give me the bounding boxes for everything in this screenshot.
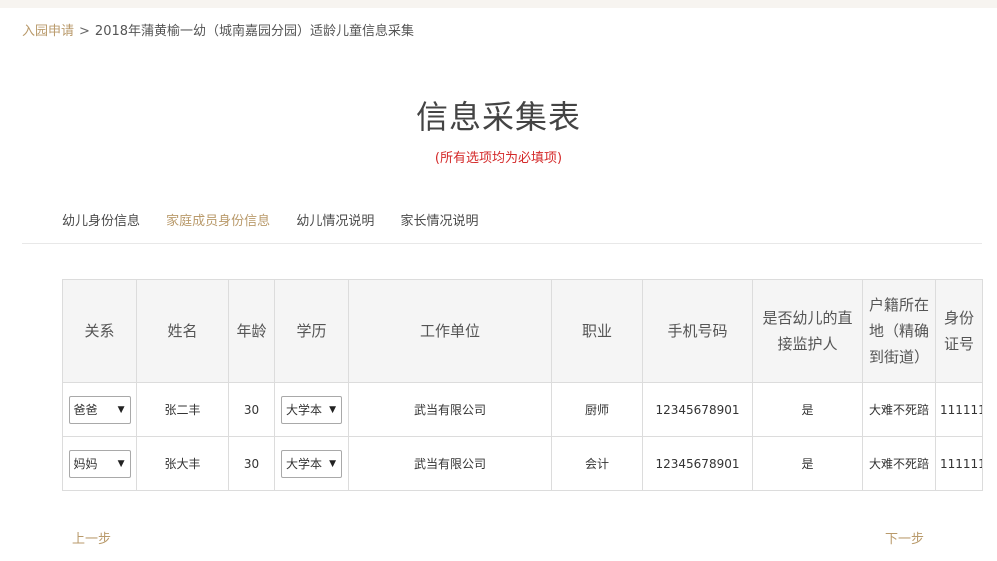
tab-bar: 幼儿身份信息 家庭成员身份信息 幼儿情况说明 家长情况说明 bbox=[62, 210, 500, 229]
caret-down-icon: ▼ bbox=[329, 458, 336, 469]
cell-employer: 武当有限公司 bbox=[348, 382, 552, 437]
required-note: (所有选项均为必填项) bbox=[434, 151, 563, 166]
cell-relation: 妈妈 ▼ bbox=[62, 436, 137, 491]
page-title: 信息采集表 bbox=[415, 98, 581, 136]
breadcrumb-separator: > bbox=[79, 24, 90, 39]
cell-phone: 12345678901 bbox=[642, 382, 753, 437]
caret-down-icon: ▼ bbox=[117, 404, 125, 415]
education-select[interactable]: 大学本 ▼ bbox=[281, 449, 342, 478]
column-header-occupation: 职业 bbox=[551, 279, 643, 383]
column-header-employer: 工作单位 bbox=[348, 279, 552, 383]
cell-hukou: 大难不死踣 bbox=[862, 382, 936, 437]
caret-down-icon: ▼ bbox=[329, 404, 336, 415]
cell-education: 大学本 ▼ bbox=[274, 436, 349, 491]
next-step-button[interactable]: 下一步 bbox=[885, 528, 924, 547]
prev-step-button[interactable]: 上一步 bbox=[72, 528, 111, 547]
cell-guardian: 是 bbox=[752, 382, 863, 437]
caret-down-icon: ▼ bbox=[117, 458, 125, 469]
breadcrumb-current: 2018年蒲黄榆一幼（城南嘉园分园）适龄儿童信息采集 bbox=[94, 24, 415, 39]
breadcrumb: 入园申请 >2018年蒲黄榆一幼（城南嘉园分园）适龄儿童信息采集 bbox=[22, 20, 414, 39]
table-row: 妈妈 ▼ 张大丰 30 大学本 ▼ 武当有限公司 会计 12345678901 是 … bbox=[62, 436, 983, 491]
relation-select[interactable]: 爸爸 ▼ bbox=[68, 395, 131, 424]
column-header-relation: 关系 bbox=[62, 279, 137, 383]
top-bar bbox=[0, 0, 997, 8]
cell-name: 张二丰 bbox=[136, 382, 229, 437]
cell-education: 大学本 ▼ bbox=[274, 382, 349, 437]
relation-select-value: 爸爸 bbox=[73, 402, 98, 417]
cell-name: 张大丰 bbox=[136, 436, 229, 491]
column-header-education: 学历 bbox=[274, 279, 349, 383]
cell-relation: 爸爸 ▼ bbox=[62, 382, 137, 437]
cell-employer: 武当有限公司 bbox=[348, 436, 552, 491]
tab-parent-situation[interactable]: 家长情况说明 bbox=[400, 210, 478, 229]
cell-age: 30 bbox=[228, 382, 275, 437]
tab-divider bbox=[22, 243, 982, 244]
relation-select[interactable]: 妈妈 ▼ bbox=[68, 449, 131, 478]
education-select-value: 大学本 bbox=[286, 456, 323, 471]
table-row: 爸爸 ▼ 张二丰 30 大学本 ▼ 武当有限公司 厨师 12345678901 是 … bbox=[62, 382, 983, 437]
tab-child-situation[interactable]: 幼儿情况说明 bbox=[296, 210, 374, 229]
cell-phone: 12345678901 bbox=[642, 436, 753, 491]
education-select-value: 大学本 bbox=[286, 402, 323, 417]
tab-child-identity[interactable]: 幼儿身份信息 bbox=[62, 210, 140, 229]
column-header-id: 身份证号 bbox=[935, 279, 983, 383]
cell-occupation: 厨师 bbox=[551, 382, 643, 437]
column-header-hukou: 户籍所在地（精确到街道） bbox=[862, 279, 936, 383]
cell-id: 111111 bbox=[935, 436, 983, 491]
column-header-age: 年龄 bbox=[228, 279, 275, 383]
column-header-name: 姓名 bbox=[136, 279, 229, 383]
breadcrumb-link-apply[interactable]: 入园申请 bbox=[22, 24, 74, 39]
tab-family-identity[interactable]: 家庭成员身份信息 bbox=[166, 210, 270, 229]
family-members-table: 关系 姓名 年龄 学历 工作单位 职业 手机号码 是否幼儿的直接监护人 户籍所在… bbox=[62, 279, 983, 491]
cell-occupation: 会计 bbox=[551, 436, 643, 491]
column-header-guardian: 是否幼儿的直接监护人 bbox=[752, 279, 863, 383]
cell-hukou: 大难不死踣 bbox=[862, 436, 936, 491]
cell-guardian: 是 bbox=[752, 436, 863, 491]
education-select[interactable]: 大学本 ▼ bbox=[281, 395, 342, 424]
relation-select-value: 妈妈 bbox=[73, 456, 98, 471]
column-header-phone: 手机号码 bbox=[642, 279, 753, 383]
table-header-row: 关系 姓名 年龄 学历 工作单位 职业 手机号码 是否幼儿的直接监护人 户籍所在… bbox=[62, 279, 983, 383]
cell-id: 111111 bbox=[935, 382, 983, 437]
cell-age: 30 bbox=[228, 436, 275, 491]
